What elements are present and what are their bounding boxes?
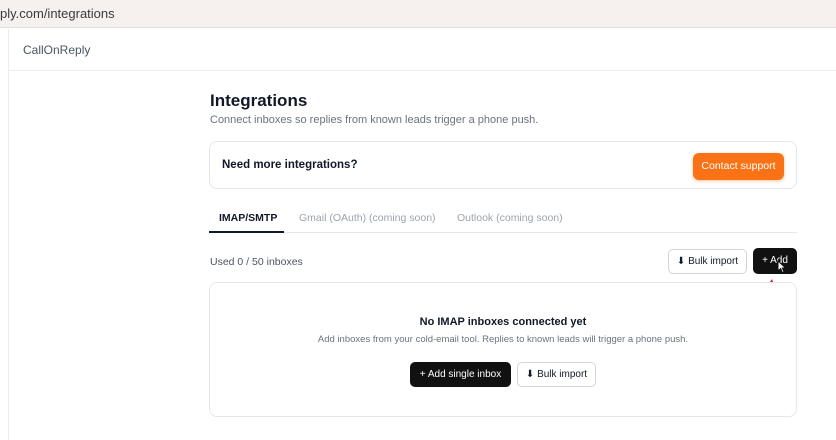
inbox-usage-count: Used 0 / 50 inboxes	[210, 256, 303, 268]
active-tab-indicator	[209, 231, 284, 233]
mouse-cursor-icon	[777, 260, 787, 274]
contact-support-button[interactable]: Contact support	[693, 153, 784, 180]
integration-tabs: IMAP/SMTP Gmail (OAuth) (coming soon) Ou…	[209, 206, 797, 233]
brand-name[interactable]: CallOnReply	[23, 43, 90, 57]
page-subtitle: Connect inboxes so replies from known le…	[210, 114, 539, 126]
bulk-import-button[interactable]: ⬇ Bulk import	[668, 249, 747, 274]
sidebar-divider	[8, 71, 9, 440]
add-inbox-button[interactable]: + Add	[753, 248, 797, 274]
empty-state-subtitle: Add inboxes from your cold-email tool. R…	[317, 334, 689, 345]
empty-state-title: No IMAP inboxes connected yet	[419, 316, 587, 328]
tab-outlook[interactable]: Outlook (coming soon)	[457, 212, 563, 224]
url-text[interactable]: ply.com/integrations	[0, 6, 115, 21]
promo-text: Need more integrations?	[222, 159, 358, 171]
page-title: Integrations	[210, 91, 308, 110]
app-header: CallOnReply	[8, 29, 836, 71]
tab-gmail-oauth[interactable]: Gmail (OAuth) (coming soon)	[299, 212, 436, 224]
tab-imap-smtp[interactable]: IMAP/SMTP	[219, 212, 277, 224]
browser-address-bar[interactable]: ply.com/integrations	[0, 0, 836, 28]
empty-state-card: No IMAP inboxes connected yet Add inboxe…	[209, 282, 797, 417]
add-single-inbox-button[interactable]: + Add single inbox	[410, 362, 511, 387]
integrations-promo-card: Need more integrations? Contact support	[209, 141, 797, 189]
empty-state-bulk-import-button[interactable]: ⬇ Bulk import	[517, 362, 596, 387]
